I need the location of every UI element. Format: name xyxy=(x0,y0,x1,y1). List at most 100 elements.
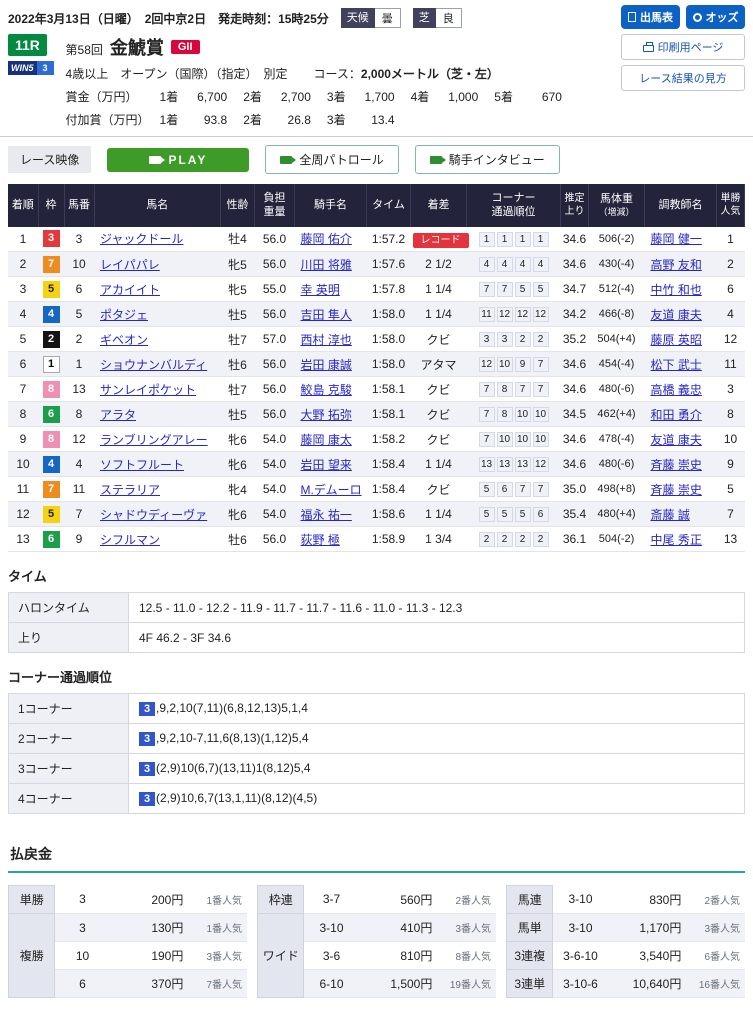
trainer-link[interactable]: 高野 友和 xyxy=(651,258,702,272)
race-round: 第58回 xyxy=(66,41,103,58)
print-button-label: 印刷用ページ xyxy=(658,39,724,55)
trainer-link[interactable]: 友道 康夫 xyxy=(651,433,702,447)
horse-name-link[interactable]: アラタ xyxy=(100,408,136,422)
bonus-amount: 26.8 xyxy=(269,113,311,127)
corner-3-position: 1 xyxy=(515,232,531,247)
jockey-cell: M.デムーロ xyxy=(295,477,367,502)
video-camera-icon xyxy=(149,156,161,164)
margin-value: 2 1/2 xyxy=(425,257,452,271)
trainer-link[interactable]: 高橋 義忠 xyxy=(651,383,702,397)
trainer-link[interactable]: 中竹 和也 xyxy=(651,283,702,297)
prize-place: 2着 xyxy=(243,90,262,104)
trainer-link[interactable]: 斎藤 誠 xyxy=(651,508,690,522)
finish-position: 9 xyxy=(8,427,38,452)
horse-name-link[interactable]: ステラリア xyxy=(100,483,160,497)
margin-cell: クビ xyxy=(411,477,467,502)
race-course: コース：2,000メートル（芝・左） xyxy=(313,65,498,82)
corner-4-position: 4 xyxy=(533,257,549,272)
finish-position: 2 xyxy=(8,252,38,277)
corner-3-position: 13 xyxy=(515,457,531,472)
race-conditions-row: 4歳以上 オープン（国際）（指定） 別定 コース：2,000メートル（芝・左） xyxy=(66,65,578,82)
horse-name-link[interactable]: ランブリングアレー xyxy=(100,433,208,447)
trainer-link[interactable]: 藤原 英昭 xyxy=(651,333,702,347)
col-win-favorite: 単勝人気 xyxy=(717,184,745,227)
bonus-prize-row: 付加賞（万円） 1着93.82着26.83着13.4 xyxy=(66,111,578,128)
payout-row-exacta: 馬単 3-10 1,170円 3番人気 xyxy=(507,914,746,942)
jockey-link[interactable]: 福永 祐一 xyxy=(301,508,352,522)
corner-3-position: 7 xyxy=(515,482,531,497)
prize-amount: 1,700 xyxy=(353,90,395,104)
horse-name-link[interactable]: ソフトフルート xyxy=(100,458,184,472)
jockey-link[interactable]: 幸 英明 xyxy=(301,283,340,297)
jockey-link[interactable]: M.デムーロ xyxy=(301,483,362,497)
jockey-link[interactable]: 西村 淳也 xyxy=(301,333,352,347)
trainer-link[interactable]: 藤岡 健一 xyxy=(651,232,702,246)
margin-value: 1 1/4 xyxy=(425,457,452,471)
payout-table-exotics: 馬連 3-10 830円 2番人気 馬単 3-10 1,170円 3番人気 3連… xyxy=(506,885,745,998)
trainer-link[interactable]: 斉藤 崇史 xyxy=(651,483,702,497)
trainer-link[interactable]: 和田 勇介 xyxy=(651,408,702,422)
horse-name-link[interactable]: レイパパレ xyxy=(100,258,160,272)
entries-button[interactable]: 出馬表 xyxy=(621,5,680,29)
jockey-interview-button[interactable]: 騎手インタビュー xyxy=(415,145,560,174)
trainer-link[interactable]: 中尾 秀正 xyxy=(651,533,702,547)
trainer-link[interactable]: 友道 康夫 xyxy=(651,308,702,322)
corner-2-position: 5 xyxy=(497,507,513,522)
horse-name-link[interactable]: シフルマン xyxy=(100,533,160,547)
corner-4-position: 7 xyxy=(533,357,549,372)
horse-name-link[interactable]: アカイイト xyxy=(100,283,160,297)
jockey-link[interactable]: 鮫島 克駿 xyxy=(301,383,352,397)
patrol-video-button[interactable]: 全周パトロール xyxy=(265,145,398,174)
horse-number: 2 xyxy=(64,327,94,352)
horse-number: 4 xyxy=(64,452,94,477)
carried-weight: 54.0 xyxy=(255,427,295,452)
frame-cell: 6 xyxy=(38,527,64,552)
carried-weight: 56.0 xyxy=(255,377,295,402)
trainer-link[interactable]: 斉藤 崇史 xyxy=(651,458,702,472)
frame-badge: 6 xyxy=(43,406,60,423)
horse-name-link[interactable]: ギベオン xyxy=(100,333,148,347)
finish-time: 1:58.4 xyxy=(367,452,411,477)
wide-popularity-3: 19番人気 xyxy=(437,970,496,998)
jockey-link[interactable]: 吉田 隼人 xyxy=(301,308,352,322)
carried-weight: 57.0 xyxy=(255,327,295,352)
horse-name-link[interactable]: ジャックドール xyxy=(100,232,183,246)
play-button[interactable]: PLAY xyxy=(107,148,249,172)
odds-button[interactable]: オッズ xyxy=(686,5,745,29)
jockey-link[interactable]: 荻野 極 xyxy=(301,533,340,547)
turf-condition-badge: 芝良 xyxy=(413,8,462,28)
trainer-link[interactable]: 松下 武士 xyxy=(651,358,702,372)
print-button[interactable]: 印刷用ページ xyxy=(621,34,745,60)
margin-cell: 1 3/4 xyxy=(411,527,467,552)
result-guide-button[interactable]: レース結果の見方 xyxy=(621,65,745,91)
horse-name-link[interactable]: サンレイポケット xyxy=(100,383,196,397)
trio-combination: 3-6-10 xyxy=(553,942,608,970)
jockey-link[interactable]: 岩田 康誠 xyxy=(301,358,352,372)
horse-name-link[interactable]: シャドウディーヴァ xyxy=(100,508,207,522)
col-sex-age: 性齢 xyxy=(221,184,255,227)
corner-3-position: 2 xyxy=(515,532,531,547)
corner-1-position: 7 xyxy=(479,432,495,447)
jockey-link[interactable]: 藤岡 康太 xyxy=(301,433,352,447)
body-weight: 504(-2) xyxy=(589,527,645,552)
horse-name-link[interactable]: ポタジェ xyxy=(100,308,148,322)
jockey-link[interactable]: 藤岡 佑介 xyxy=(301,232,352,246)
header-actions: 出馬表 オッズ 印刷用ページ レース結果の見方 xyxy=(621,5,745,91)
finish-position: 13 xyxy=(8,527,38,552)
jockey-link[interactable]: 岩田 望来 xyxy=(301,458,352,472)
margin-cell: クビ xyxy=(411,427,467,452)
corner-row-label: 3コーナー xyxy=(9,754,129,784)
exacta-amount: 1,170円 xyxy=(608,914,687,942)
frame-cell: 5 xyxy=(38,502,64,527)
corner-positions: 13131312 xyxy=(467,452,561,477)
jockey-link[interactable]: 大野 拓弥 xyxy=(301,408,352,422)
sex-age: 牝5 xyxy=(221,277,255,302)
jockey-link[interactable]: 川田 将雅 xyxy=(301,258,352,272)
wide-popularity-1: 3番人気 xyxy=(437,914,496,942)
jockey-cell: 幸 英明 xyxy=(295,277,367,302)
payout-row-trio: 3連複 3-6-10 3,540円 6番人気 xyxy=(507,942,746,970)
trainer-cell: 友道 康夫 xyxy=(645,302,717,327)
horse-name-link[interactable]: ショウナンバルディ xyxy=(100,358,207,372)
prize-item: 5着670 xyxy=(494,90,578,104)
margin-value: 1 1/4 xyxy=(425,307,452,321)
